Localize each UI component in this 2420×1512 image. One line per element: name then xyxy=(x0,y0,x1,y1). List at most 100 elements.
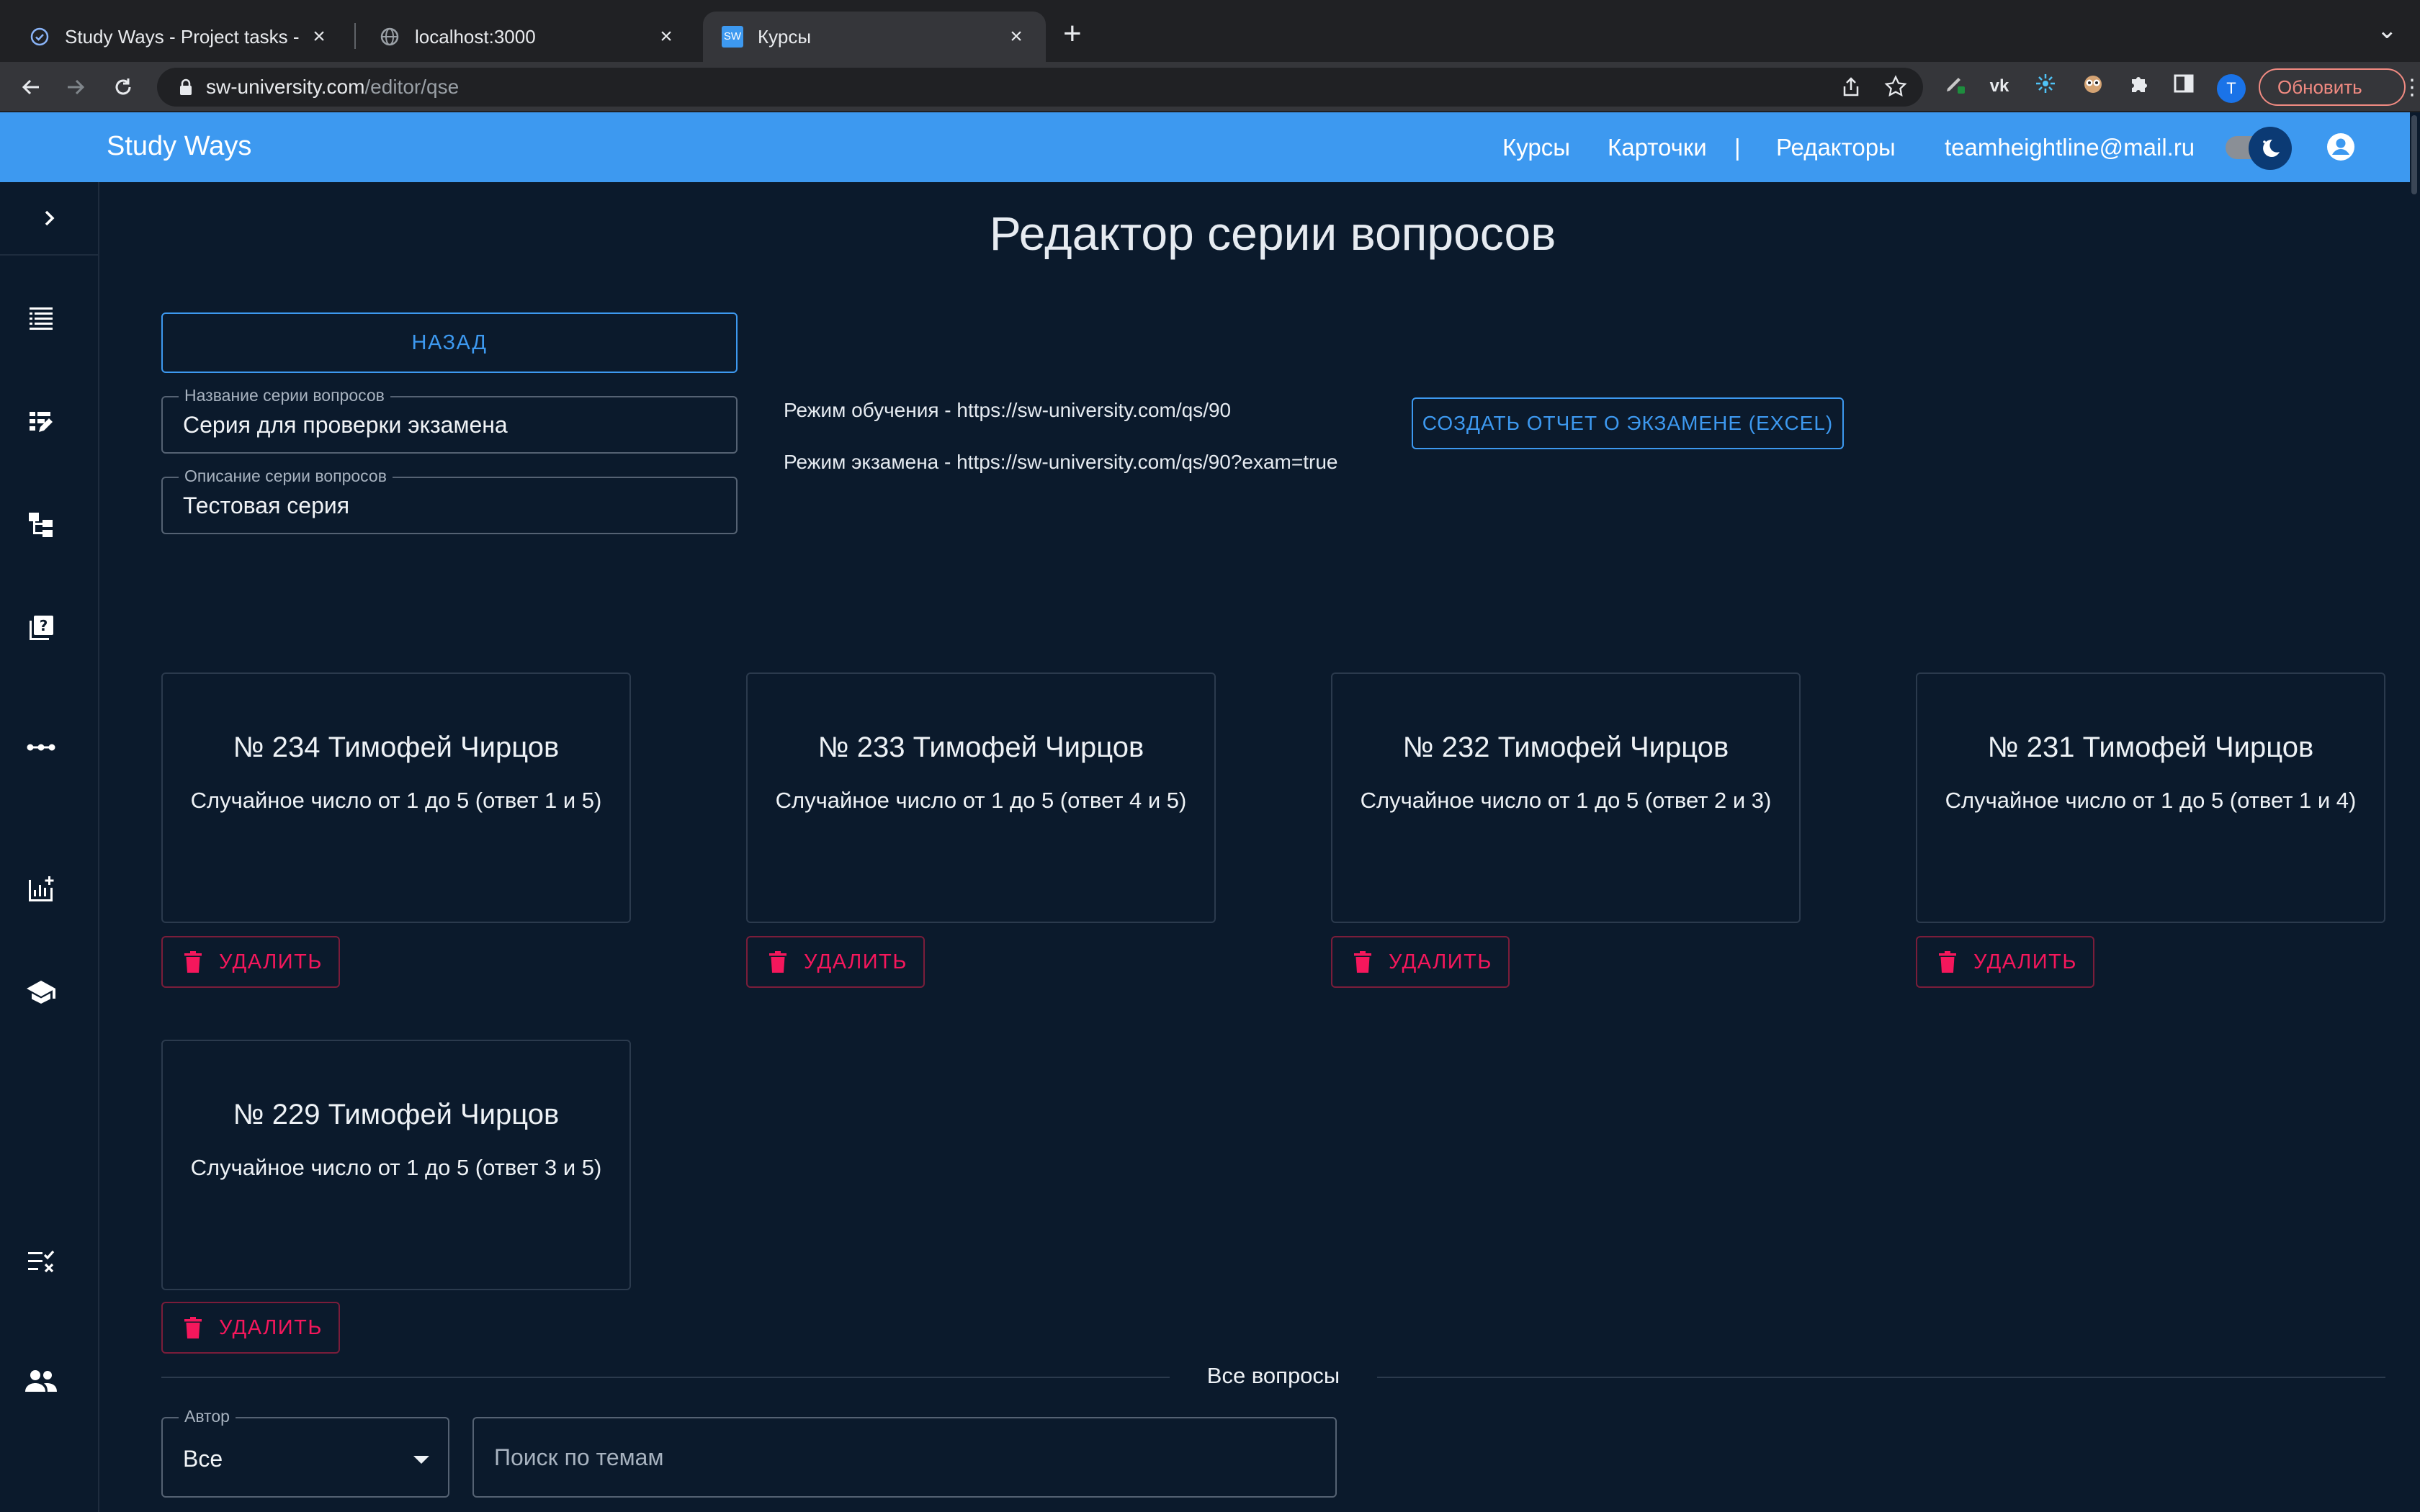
author-select[interactable]: Автор Все xyxy=(161,1407,449,1498)
more-horiz-icon xyxy=(27,744,55,751)
question-card[interactable]: № 229 Тимофей Чирцов Случайное число от … xyxy=(161,1040,631,1290)
browser-tab-strip: Study Ways - Project tasks - W × localho… xyxy=(0,0,2420,62)
question-card[interactable]: № 232 Тимофей Чирцов Случайное число от … xyxy=(1331,672,1801,923)
globe-icon xyxy=(379,26,400,48)
question-description: Случайное число от 1 до 5 (ответ 3 и 5) xyxy=(190,1155,602,1180)
edit-list-icon xyxy=(30,412,53,432)
delete-label: УДАЛИТЬ xyxy=(219,1315,323,1339)
trash-icon xyxy=(769,951,786,973)
question-card[interactable]: № 234 Тимофей Чирцов Случайное число от … xyxy=(161,672,631,923)
trash-icon xyxy=(1939,951,1956,973)
sidebar-item-school[interactable] xyxy=(24,976,58,1009)
question-description: Случайное число от 1 до 5 (ответ 2 и 3) xyxy=(1360,788,1772,813)
dark-mode-moon-icon[interactable] xyxy=(2249,127,2292,170)
series-description-label: Описание серии вопросов xyxy=(179,467,393,486)
url-path: /editor/qse xyxy=(364,76,460,98)
tab-title: Курсы xyxy=(758,25,812,48)
series-name-value[interactable]: Серия для проверки экзамена xyxy=(183,412,508,438)
bookmark-star-icon[interactable] xyxy=(1884,75,1907,103)
close-icon[interactable]: × xyxy=(655,24,677,49)
exam-mode-link[interactable]: Режим экзамена - https://sw-university.c… xyxy=(784,451,1337,474)
user-email[interactable]: teamheightline@mail.ru xyxy=(1945,134,2195,161)
back-arrow-icon[interactable] xyxy=(14,71,48,104)
sidebar-item-list[interactable] xyxy=(24,302,58,335)
close-icon[interactable]: × xyxy=(1005,24,1027,49)
delete-question-button[interactable]: УДАЛИТЬ xyxy=(1331,936,1510,988)
question-card[interactable]: № 233 Тимофей Чирцов Случайное число от … xyxy=(746,672,1216,923)
series-name-field[interactable]: Название серии вопросов Серия для провер… xyxy=(161,386,738,454)
sidebar-item-more[interactable] xyxy=(24,731,58,764)
delete-question-button[interactable]: УДАЛИТЬ xyxy=(161,936,340,988)
delete-question-button[interactable]: УДАЛИТЬ xyxy=(161,1302,340,1354)
create-exam-report-button[interactable]: СОЗДАТЬ ОТЧЕТ О ЭКЗАМЕНЕ (EXCEL) xyxy=(1412,397,1844,449)
delete-question-button[interactable]: УДАЛИТЬ xyxy=(746,936,925,988)
series-name-label: Название серии вопросов xyxy=(179,386,390,405)
sidebar-item-people[interactable] xyxy=(24,1364,58,1398)
update-label: Обновить xyxy=(2277,76,2362,98)
list-icon xyxy=(30,307,53,330)
app-header: Study Ways Курсы Карточки | Редакторы te… xyxy=(0,112,2410,182)
brand-logo[interactable]: Study Ways xyxy=(107,131,251,162)
nav-editors-link[interactable]: Редакторы xyxy=(1776,134,1896,161)
question-title: № 233 Тимофей Чирцов xyxy=(817,732,1144,763)
people-icon xyxy=(25,1370,57,1392)
new-tab-icon[interactable]: + xyxy=(1063,16,1082,52)
account-circle-icon[interactable] xyxy=(2325,131,2357,163)
vk-extension-icon[interactable]: vk xyxy=(1985,72,2014,101)
topic-search-input[interactable] xyxy=(472,1417,1337,1498)
nav-cards-link[interactable]: Карточки xyxy=(1608,134,1707,161)
close-icon[interactable]: × xyxy=(308,24,330,49)
browser-tab-project-tasks[interactable]: Study Ways - Project tasks - W × xyxy=(10,12,349,62)
all-questions-heading: Все вопросы xyxy=(1206,1363,1340,1388)
lock-icon xyxy=(180,78,192,95)
question-card[interactable]: № 231 Тимофей Чирцов Случайное число от … xyxy=(1916,672,2385,923)
question-description: Случайное число от 1 до 5 (ответ 4 и 5) xyxy=(775,788,1187,813)
chevron-down-icon[interactable]: ⌄ xyxy=(2377,16,2398,45)
profile-avatar[interactable]: T xyxy=(2217,74,2246,103)
sidebar-item-tree[interactable] xyxy=(24,508,58,541)
trash-icon xyxy=(1354,951,1371,973)
page-title: Редактор серии вопросов xyxy=(989,207,1556,260)
sw-favicon: SW xyxy=(722,26,743,48)
reload-icon[interactable] xyxy=(107,71,140,104)
question-title: № 234 Тимофей Чирцов xyxy=(233,732,560,763)
sidebar-expand-button[interactable] xyxy=(0,182,98,256)
pen-extension-icon[interactable] xyxy=(1940,72,1969,101)
browser-tab-courses[interactable]: SW Курсы × xyxy=(703,12,1046,62)
back-button[interactable]: НАЗАД xyxy=(161,312,738,373)
delete-label: УДАЛИТЬ xyxy=(804,950,908,973)
page-scrollbar[interactable] xyxy=(2410,112,2420,1512)
question-title: № 229 Тимофей Чирцов xyxy=(233,1099,560,1130)
browser-tab-localhost[interactable]: localhost:3000 × xyxy=(360,12,696,62)
divider-left xyxy=(161,1377,1170,1378)
extensions-puzzle-icon[interactable] xyxy=(2125,72,2154,101)
learning-mode-link[interactable]: Режим обучения - https://sw-university.c… xyxy=(784,399,1231,422)
series-description-field[interactable]: Описание серии вопросов Тестовая серия xyxy=(161,467,738,534)
question-title: № 232 Тимофей Чирцов xyxy=(1402,732,1729,763)
nav-separator: | xyxy=(1734,134,1741,161)
sidebar-item-quiz[interactable]: ? xyxy=(24,611,58,644)
share-icon[interactable] xyxy=(1841,76,1861,103)
more-vert-icon[interactable]: ⋮ xyxy=(2401,75,2420,100)
forward-arrow-icon[interactable] xyxy=(59,71,92,104)
quiz-icon: ? xyxy=(30,616,53,640)
owl-extension-icon[interactable] xyxy=(2079,72,2107,101)
sidebar-item-checklist[interactable] xyxy=(24,1245,58,1278)
delete-label: УДАЛИТЬ xyxy=(219,950,323,973)
nav-courses-link[interactable]: Курсы xyxy=(1502,134,1570,161)
delete-question-button[interactable]: УДАЛИТЬ xyxy=(1916,936,2094,988)
sidebar: ? xyxy=(0,182,99,1512)
add-chart-icon xyxy=(29,876,54,901)
question-description: Случайное число от 1 до 5 (ответ 1 и 5) xyxy=(190,788,602,813)
sidebar-item-edit-list[interactable] xyxy=(24,405,58,438)
side-panel-icon[interactable] xyxy=(2169,72,2198,101)
checklist-icon xyxy=(28,1250,55,1273)
sparkle-extension-icon[interactable] xyxy=(2031,72,2060,101)
chevron-right-icon xyxy=(45,210,55,226)
series-description-value[interactable]: Тестовая серия xyxy=(183,492,349,519)
school-icon xyxy=(27,981,55,1004)
browser-update-button[interactable]: Обновить ⋮ xyxy=(2259,68,2420,106)
address-bar[interactable]: sw-university.com/editor/qse xyxy=(157,68,1923,107)
sidebar-item-add-chart[interactable] xyxy=(24,872,58,905)
scrollbar-thumb[interactable] xyxy=(2411,115,2417,194)
